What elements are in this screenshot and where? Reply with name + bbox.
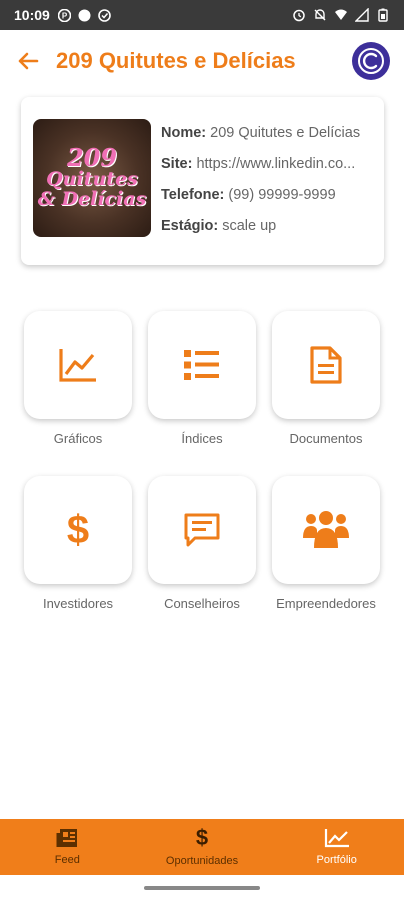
graficos-button[interactable] bbox=[24, 311, 132, 419]
brand-logo[interactable] bbox=[352, 42, 390, 80]
wifi-icon bbox=[334, 8, 348, 22]
company-site-row: Site: https://www.linkedin.co... bbox=[161, 156, 356, 172]
mute-icon bbox=[313, 8, 327, 22]
document-icon bbox=[310, 346, 342, 384]
shield-icon bbox=[98, 8, 112, 22]
group-icon bbox=[303, 511, 349, 548]
menu-item-conselheiros[interactable]: Conselheiros bbox=[148, 476, 256, 611]
dollar-icon: $ bbox=[195, 825, 209, 850]
conselheiros-button[interactable] bbox=[148, 476, 256, 584]
company-card: 209 Quitutes & Delícias Nome: 209 Quitut… bbox=[21, 97, 384, 265]
alarm-icon bbox=[292, 8, 306, 22]
newspaper-icon bbox=[56, 829, 78, 847]
status-bar: 10:09 P bbox=[0, 0, 404, 30]
nav-oportunidades[interactable]: $ Oportunidades bbox=[135, 819, 270, 875]
status-time: 10:09 bbox=[14, 7, 50, 23]
nav-portfolio[interactable]: Portfólio bbox=[269, 819, 404, 875]
chat-icon bbox=[184, 513, 220, 547]
gesture-bar bbox=[0, 875, 404, 900]
list-icon bbox=[184, 350, 219, 380]
app-bar: 209 Quitutes e Delícias bbox=[0, 30, 404, 92]
circle-icon bbox=[78, 8, 92, 22]
company-stage-row: Estágio: scale up bbox=[161, 218, 277, 234]
menu-item-investidores[interactable]: $ Investidores bbox=[24, 476, 132, 611]
page-title: 209 Quitutes e Delícias bbox=[56, 48, 296, 73]
empreendedores-button[interactable] bbox=[272, 476, 380, 584]
company-name: 209 Quitutes e Delícias bbox=[210, 125, 361, 141]
investidores-button[interactable]: $ bbox=[24, 476, 132, 584]
company-logo: 209 Quitutes & Delícias bbox=[33, 119, 151, 237]
chart-icon bbox=[324, 829, 349, 848]
chart-icon bbox=[59, 349, 96, 382]
battery-icon bbox=[376, 8, 390, 22]
menu-item-indices[interactable]: Índices bbox=[148, 311, 256, 446]
company-info: Nome: 209 Quitutes e Delícias Site: http… bbox=[161, 123, 373, 247]
brand-logo-icon bbox=[358, 48, 384, 74]
back-button[interactable] bbox=[14, 47, 42, 75]
company-phone-row: Telefone: (99) 99999-9999 bbox=[161, 187, 336, 203]
company-site[interactable]: https://www.linkedin.co... bbox=[196, 156, 355, 172]
nav-feed[interactable]: Feed bbox=[0, 819, 135, 875]
company-phone: (99) 99999-9999 bbox=[228, 187, 336, 203]
menu-item-graficos[interactable]: Gráficos bbox=[24, 311, 132, 446]
svg-text:P: P bbox=[62, 11, 68, 20]
indices-button[interactable] bbox=[148, 311, 256, 419]
signal-icon bbox=[355, 8, 369, 22]
company-stage: scale up bbox=[222, 218, 277, 234]
menu-item-documentos[interactable]: Documentos bbox=[272, 311, 380, 446]
menu-item-empreendedores[interactable]: Empreendedores bbox=[272, 476, 380, 611]
dollar-icon: $ bbox=[66, 507, 90, 552]
company-name-row: Nome: 209 Quitutes e Delícias bbox=[161, 125, 361, 141]
bottom-nav: Feed $ Oportunidades Portfólio bbox=[0, 819, 404, 875]
documentos-button[interactable] bbox=[272, 311, 380, 419]
p-icon: P bbox=[58, 8, 72, 22]
arrow-left-icon bbox=[18, 52, 39, 70]
home-indicator[interactable] bbox=[144, 886, 260, 890]
